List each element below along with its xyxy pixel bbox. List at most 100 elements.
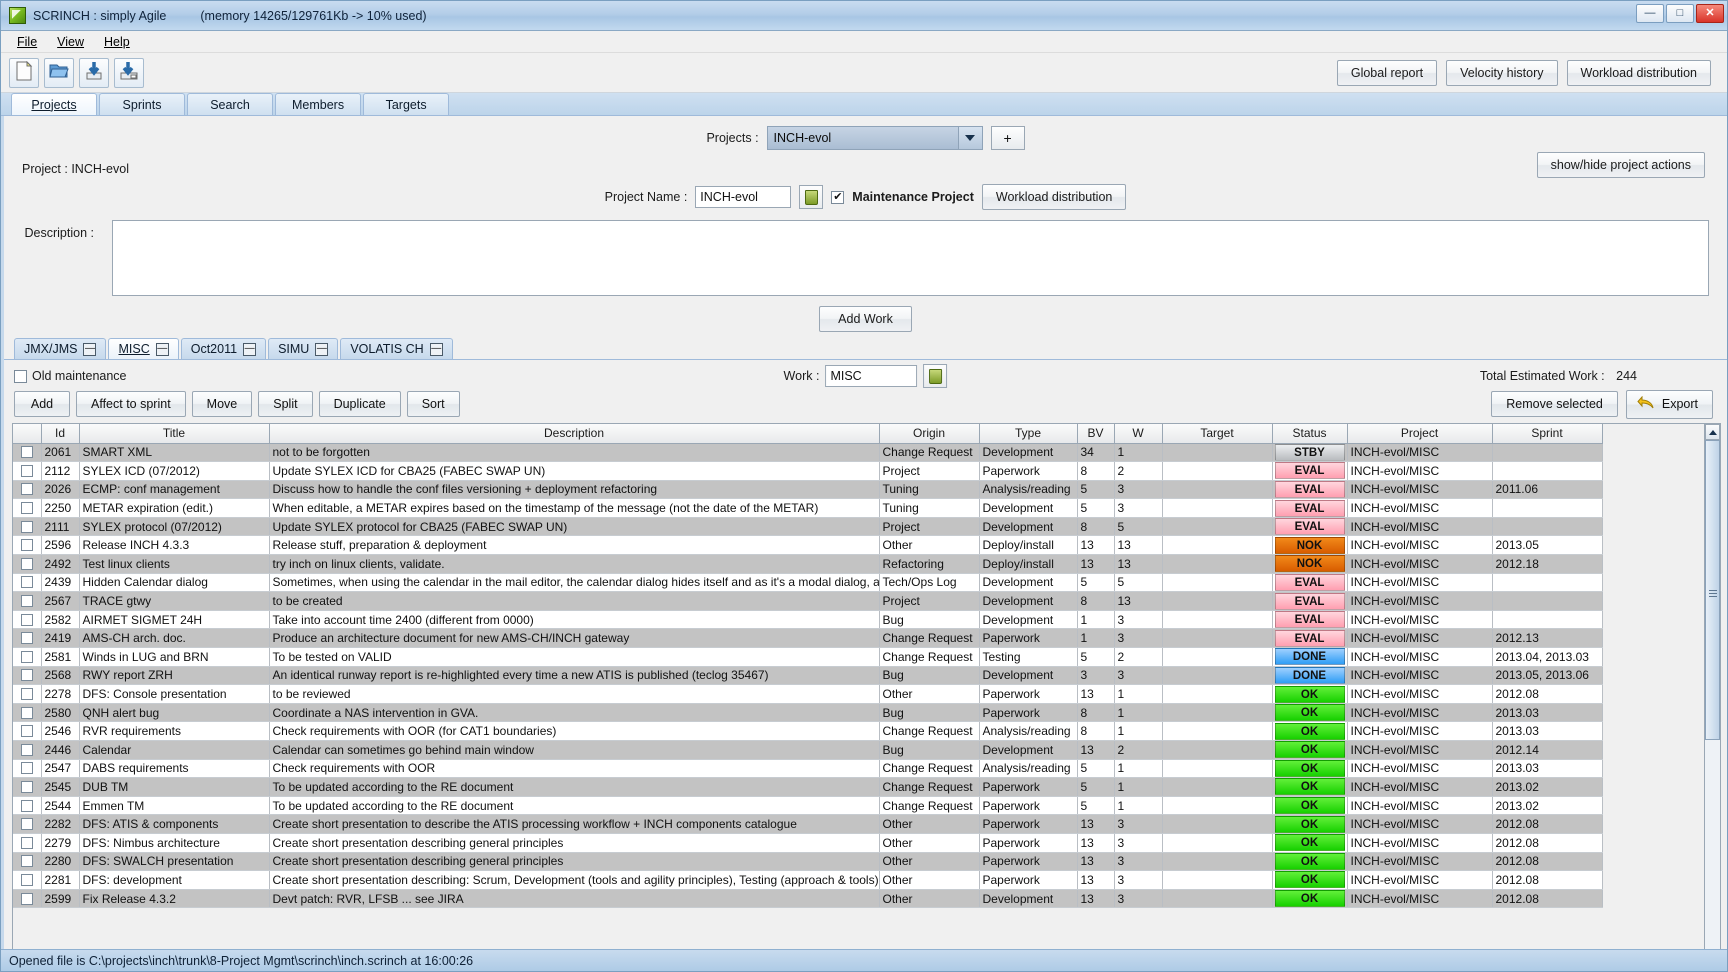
status-badge[interactable]: EVAL: [1272, 610, 1348, 630]
checkbox-icon[interactable]: [20, 576, 33, 589]
row-select-checkbox[interactable]: [13, 684, 42, 704]
checkbox-icon[interactable]: [20, 520, 33, 533]
affect-to-sprint-button[interactable]: Affect to sprint: [76, 391, 186, 417]
menu-help[interactable]: Help: [98, 33, 140, 51]
row-select-checkbox[interactable]: [13, 628, 42, 649]
row-select-checkbox[interactable]: [13, 573, 42, 593]
subtab-jmx-jms[interactable]: JMX/JMS —: [14, 338, 107, 359]
status-badge[interactable]: OK: [1272, 703, 1348, 723]
open-file-button[interactable]: [44, 57, 74, 88]
checkbox-icon[interactable]: [20, 873, 33, 886]
checkbox-icon[interactable]: [20, 799, 33, 812]
col-type[interactable]: Type: [979, 424, 1078, 444]
checkbox-icon[interactable]: [20, 836, 33, 849]
close-button[interactable]: ✕: [1696, 4, 1724, 23]
chevron-down-icon[interactable]: [957, 127, 982, 149]
status-badge[interactable]: OK: [1272, 796, 1348, 816]
checkbox-icon[interactable]: [20, 855, 33, 868]
status-badge[interactable]: NOK: [1272, 554, 1348, 574]
close-icon[interactable]: —: [243, 342, 257, 356]
duplicate-button[interactable]: Duplicate: [318, 391, 401, 417]
close-icon[interactable]: —: [155, 342, 169, 356]
velocity-history-button[interactable]: Velocity history: [1446, 59, 1558, 86]
table-row[interactable]: 2250 METAR expiration (edit.) When editabl…: [13, 498, 1603, 518]
add-project-button[interactable]: +: [990, 126, 1025, 150]
col-target[interactable]: Target: [1162, 424, 1273, 444]
checkbox-icon[interactable]: [20, 446, 33, 459]
table-row[interactable]: 2111 SYLEX protocol (07/2012) Update SYLEX…: [13, 517, 1603, 537]
table-row[interactable]: 2112 SYLEX ICD (07/2012) Update SYLEX ICD …: [13, 461, 1603, 481]
status-badge[interactable]: EVAL: [1272, 628, 1348, 649]
status-badge[interactable]: OK: [1272, 777, 1348, 797]
row-select-checkbox[interactable]: [13, 777, 42, 797]
table-row[interactable]: 2280 DFS: SWALCH presentation Create short…: [13, 852, 1603, 872]
project-name-input[interactable]: INCH-evol: [695, 186, 792, 208]
row-select-checkbox[interactable]: [13, 554, 42, 574]
row-select-checkbox[interactable]: [13, 740, 42, 760]
status-badge[interactable]: DONE: [1272, 647, 1348, 667]
table-row[interactable]: 2544 Emmen TM To be updated according to t…: [13, 796, 1603, 816]
checkbox-icon[interactable]: [20, 502, 33, 515]
checkbox-icon[interactable]: [20, 725, 33, 738]
close-icon[interactable]: —: [429, 342, 443, 356]
row-select-checkbox[interactable]: [13, 666, 42, 686]
maintenance-project-checkbox[interactable]: ✔: [831, 190, 845, 204]
col-id[interactable]: Id: [41, 424, 80, 444]
table-row[interactable]: 2568 RWY report ZRH An identical runway re…: [13, 666, 1603, 686]
table-row[interactable]: 2581 Winds in LUG and BRN To be tested on …: [13, 647, 1603, 667]
row-select-checkbox[interactable]: [13, 870, 42, 890]
scroll-up-icon[interactable]: [1705, 424, 1720, 440]
row-select-checkbox[interactable]: [13, 796, 42, 816]
checkbox-icon[interactable]: [20, 483, 33, 496]
col-status[interactable]: Status: [1272, 424, 1348, 444]
checkbox-icon[interactable]: [20, 706, 33, 719]
status-badge[interactable]: EVAL: [1272, 461, 1348, 481]
workload-distribution-button[interactable]: Workload distribution: [1566, 59, 1711, 86]
table-row[interactable]: 2547 DABS requirements Check requirements …: [13, 759, 1603, 779]
col-origin[interactable]: Origin: [879, 424, 980, 444]
row-select-checkbox[interactable]: [13, 721, 42, 741]
checkbox-icon[interactable]: [20, 818, 33, 831]
status-badge[interactable]: EVAL: [1272, 517, 1348, 537]
work-name-input[interactable]: MISC: [825, 365, 918, 387]
row-select-checkbox[interactable]: [13, 759, 42, 779]
add-work-button[interactable]: Add Work: [819, 306, 912, 332]
row-select-checkbox[interactable]: [13, 703, 42, 723]
row-select-checkbox[interactable]: [13, 535, 42, 556]
subtab-volatis-ch[interactable]: VOLATIS CH —: [340, 338, 453, 359]
status-badge[interactable]: OK: [1272, 833, 1348, 853]
status-badge[interactable]: OK: [1272, 814, 1348, 834]
row-select-checkbox[interactable]: [13, 833, 42, 853]
status-badge[interactable]: OK: [1272, 852, 1348, 872]
old-maintenance-checkbox[interactable]: [14, 369, 27, 383]
row-select-checkbox[interactable]: [13, 517, 42, 537]
status-badge[interactable]: EVAL: [1272, 480, 1348, 500]
table-row[interactable]: 2439 Hidden Calendar dialog Sometimes, whe…: [13, 573, 1603, 593]
table-row[interactable]: 2278 DFS: Console presentation to be revie…: [13, 684, 1603, 704]
table-row[interactable]: 2580 QNH alert bug Coordinate a NAS interv…: [13, 703, 1603, 723]
save-as-button[interactable]: [114, 57, 144, 88]
description-textarea[interactable]: [112, 220, 1709, 296]
status-badge[interactable]: OK: [1272, 889, 1348, 909]
checkbox-icon[interactable]: [20, 892, 33, 905]
status-badge[interactable]: NOK: [1272, 535, 1348, 556]
maximize-button[interactable]: □: [1666, 4, 1694, 23]
project-workload-distribution-button[interactable]: Workload distribution: [981, 184, 1127, 210]
checkbox-icon[interactable]: [20, 632, 33, 645]
col-description[interactable]: Description: [269, 424, 880, 444]
tab-members[interactable]: Members: [275, 93, 362, 115]
table-row[interactable]: 2546 RVR requirements Check requirements w…: [13, 721, 1603, 741]
row-select-checkbox[interactable]: [13, 814, 42, 834]
table-row[interactable]: 2599 Fix Release 4.3.2 Devt patch: RVR, LF…: [13, 889, 1603, 909]
close-icon[interactable]: —: [315, 342, 329, 356]
tab-targets[interactable]: Targets: [363, 93, 450, 115]
row-select-checkbox[interactable]: [13, 852, 42, 872]
table-row[interactable]: 2061 SMART XML not to be forgotten Change R…: [13, 443, 1603, 463]
checkbox-icon[interactable]: [20, 762, 33, 775]
table-vertical-scrollbar[interactable]: [1704, 424, 1720, 949]
checkbox-icon[interactable]: [20, 464, 33, 477]
close-icon[interactable]: —: [83, 342, 97, 356]
table-row[interactable]: 2596 Release INCH 4.3.3 Release stuff, pre…: [13, 535, 1603, 556]
checkbox-icon[interactable]: [20, 613, 33, 626]
row-select-checkbox[interactable]: [13, 443, 42, 463]
